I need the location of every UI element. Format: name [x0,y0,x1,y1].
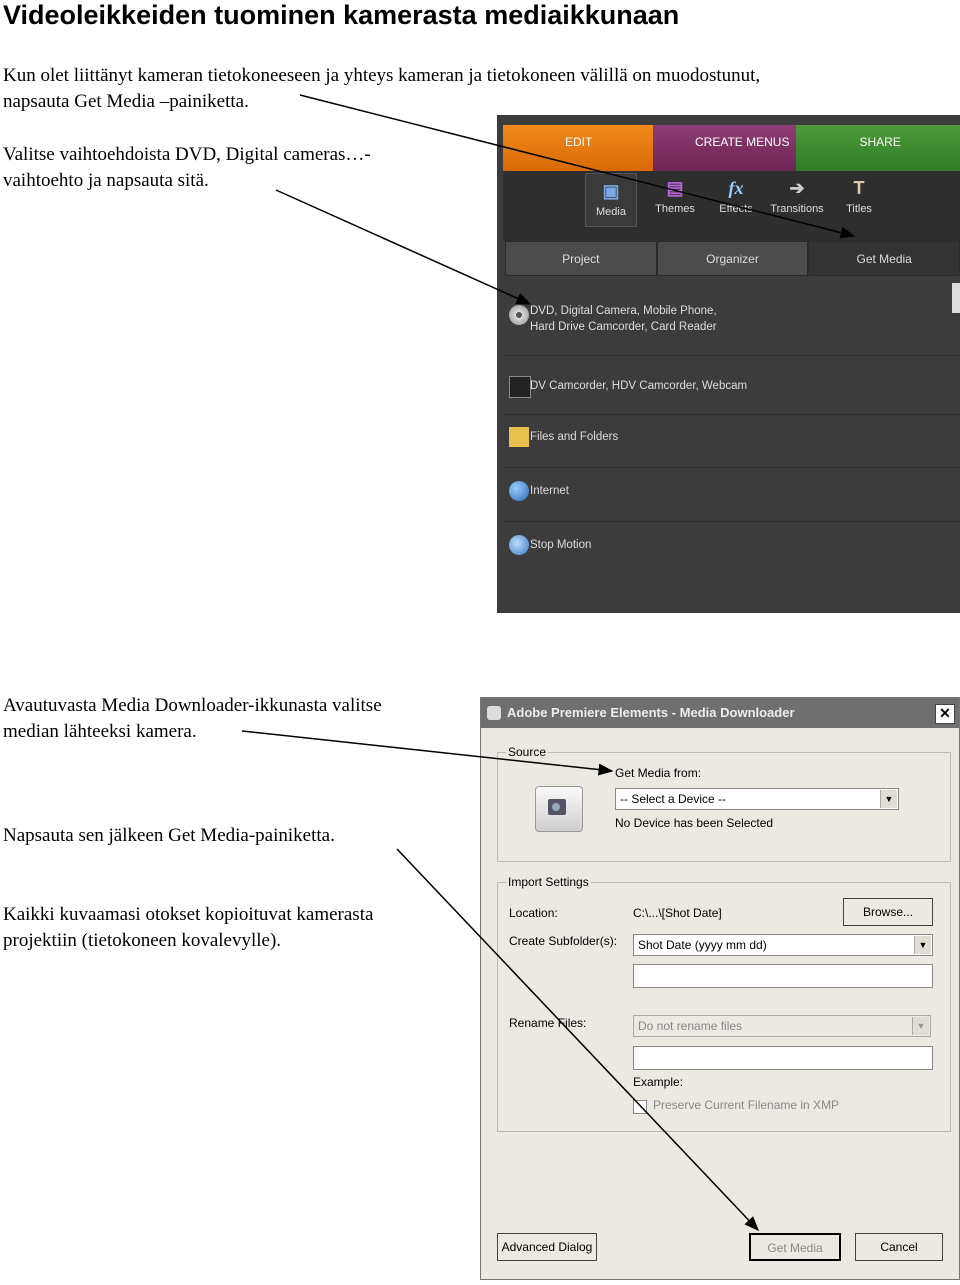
paragraph-line: Kaikki kuvaamasi otokset kopioituvat kam… [3,904,374,925]
paragraph-line: Valitse vaihtoehdoista DVD, Digital came… [3,144,371,165]
media-subtabs: Project Organizer Get Media [505,241,960,276]
camcorder-icon [509,376,531,398]
paragraph-intro: Kun olet liittänyt kameran tietokoneesee… [3,63,953,115]
subfolder-label: Create Subfolder(s): [509,934,618,948]
list-item-dvd-digital-camera[interactable]: DVD, Digital Camera, Mobile Phone, Hard … [503,283,960,356]
titles-tool-button[interactable]: T Titles [829,171,889,225]
tab-share[interactable]: SHARE [795,125,960,171]
cancel-button[interactable]: Cancel [855,1233,943,1261]
browse-button[interactable]: Browse... [843,898,933,926]
stop-motion-icon [509,535,529,555]
premiere-app-icon [487,706,501,720]
folder-icon [509,427,529,447]
dialog-title: Adobe Premiere Elements - Media Download… [507,705,795,720]
tool-label: Media [596,206,626,218]
close-icon[interactable]: ✕ [935,704,955,724]
scrollbar[interactable] [952,283,960,313]
example-label: Example: [633,1075,684,1089]
paragraph-result: Kaikki kuvaamasi otokset kopioituvat kam… [3,902,473,954]
preserve-filename-label: Preserve Current Filename in XMP [653,1098,840,1112]
effects-tool-button[interactable]: fx Effects [706,171,766,225]
themes-tool-button[interactable]: ▤ Themes [645,171,705,225]
no-device-status: No Device has been Selected [615,816,774,830]
rename-files-label: Rename Files: [509,1016,587,1030]
get-media-list: DVD, Digital Camera, Mobile Phone, Hard … [503,283,960,613]
premiere-panel-screenshot: EDIT CREATE MENUS SHARE ▣ Media ▤ Themes… [497,115,960,613]
location-label: Location: [509,906,558,920]
import-settings-legend: Import Settings [506,875,591,889]
list-item-label: Hard Drive Camcorder, Card Reader [530,321,717,333]
preserve-filename-checkbox[interactable] [633,1100,647,1114]
dropdown-arrow-icon: ▼ [914,936,931,954]
camera-icon [535,786,583,832]
paragraph-downloader: Avautuvasta Media Downloader-ikkunasta v… [3,693,473,745]
subtab-get-media[interactable]: Get Media [808,241,960,276]
list-item-dv-camcorder[interactable]: DV Camcorder, HDV Camcorder, Webcam [503,356,960,415]
list-item-stop-motion[interactable]: Stop Motion [503,517,960,575]
subfolder-custom-field[interactable] [633,964,933,988]
dvd-icon [509,305,529,325]
arrow-to-dvd-option [275,189,532,305]
paragraph-line: napsauta Get Media –painiketta. [3,91,249,112]
subfolder-select[interactable]: Shot Date (yyyy mm dd) ▼ [633,934,933,956]
list-item-label: Stop Motion [530,539,592,551]
paragraph-get-media: Napsauta sen jälkeen Get Media-painikett… [3,825,335,846]
rename-files-value: Do not rename files [638,1019,743,1033]
rename-custom-field[interactable] [633,1046,933,1070]
list-item-label: DV Camcorder, HDV Camcorder, Webcam [530,380,748,392]
source-legend: Source [506,745,549,759]
media-downloader-dialog-screenshot: Adobe Premiere Elements - Media Download… [480,697,960,1280]
page-title: Videoleikkeiden tuominen kamerasta media… [3,0,680,30]
media-tool-button[interactable]: ▣ Media [585,173,637,227]
advanced-dialog-button[interactable]: Advanced Dialog [497,1233,597,1261]
dialog-title-bar: Adobe Premiere Elements - Media Download… [481,698,959,728]
location-value: C:\...\[Shot Date] [633,906,722,920]
tool-label: Titles [846,203,872,215]
list-item-files-folders[interactable]: Files and Folders [503,409,960,468]
titles-icon: T [853,178,865,198]
media-icon: ▣ [602,181,620,201]
workspace-tabs: EDIT CREATE MENUS SHARE [503,125,960,171]
paragraph-line: vaihtoehto ja napsauta sitä. [3,170,209,191]
dropdown-arrow-icon: ▼ [912,1017,929,1035]
globe-icon [509,481,529,501]
device-select-value: -- Select a Device -- [620,792,727,806]
transitions-icon: ➔ [789,178,805,198]
get-media-button[interactable]: Get Media [749,1233,841,1261]
tab-create-menus[interactable]: CREATE MENUS [653,125,796,171]
paragraph-line: Kun olet liittänyt kameran tietokoneesee… [3,65,761,86]
paragraph-line: Avautuvasta Media Downloader-ikkunasta v… [3,695,382,716]
dropdown-arrow-icon: ▼ [880,790,897,808]
list-item-label: Internet [530,485,569,497]
list-item-internet[interactable]: Internet [503,463,960,522]
list-item-label: Files and Folders [530,431,619,443]
subtab-organizer[interactable]: Organizer [656,241,809,276]
subfolder-select-value: Shot Date (yyyy mm dd) [638,938,767,952]
tool-label: Themes [655,203,695,215]
list-item-label: DVD, Digital Camera, Mobile Phone, [530,305,717,317]
paragraph-line: median lähteeksi kamera. [3,721,197,742]
paragraph-select-option: Valitse vaihtoehdoista DVD, Digital came… [3,142,483,194]
tool-label: Transitions [770,203,824,215]
tab-edit[interactable]: EDIT [503,125,653,171]
rename-files-select[interactable]: Do not rename files ▼ [633,1015,931,1037]
edit-toolbar: ▣ Media ▤ Themes fx Effects ➔ Transition… [503,171,960,241]
effects-icon: fx [728,178,744,198]
device-select[interactable]: -- Select a Device -- ▼ [615,788,899,810]
paragraph-line: projektiin (tietokoneen kovalevylle). [3,930,282,951]
transitions-tool-button[interactable]: ➔ Transitions [767,171,827,225]
themes-icon: ▤ [666,178,684,198]
get-media-from-label: Get Media from: [615,766,702,780]
subtab-project[interactable]: Project [505,241,657,276]
tool-label: Effects [719,203,753,215]
